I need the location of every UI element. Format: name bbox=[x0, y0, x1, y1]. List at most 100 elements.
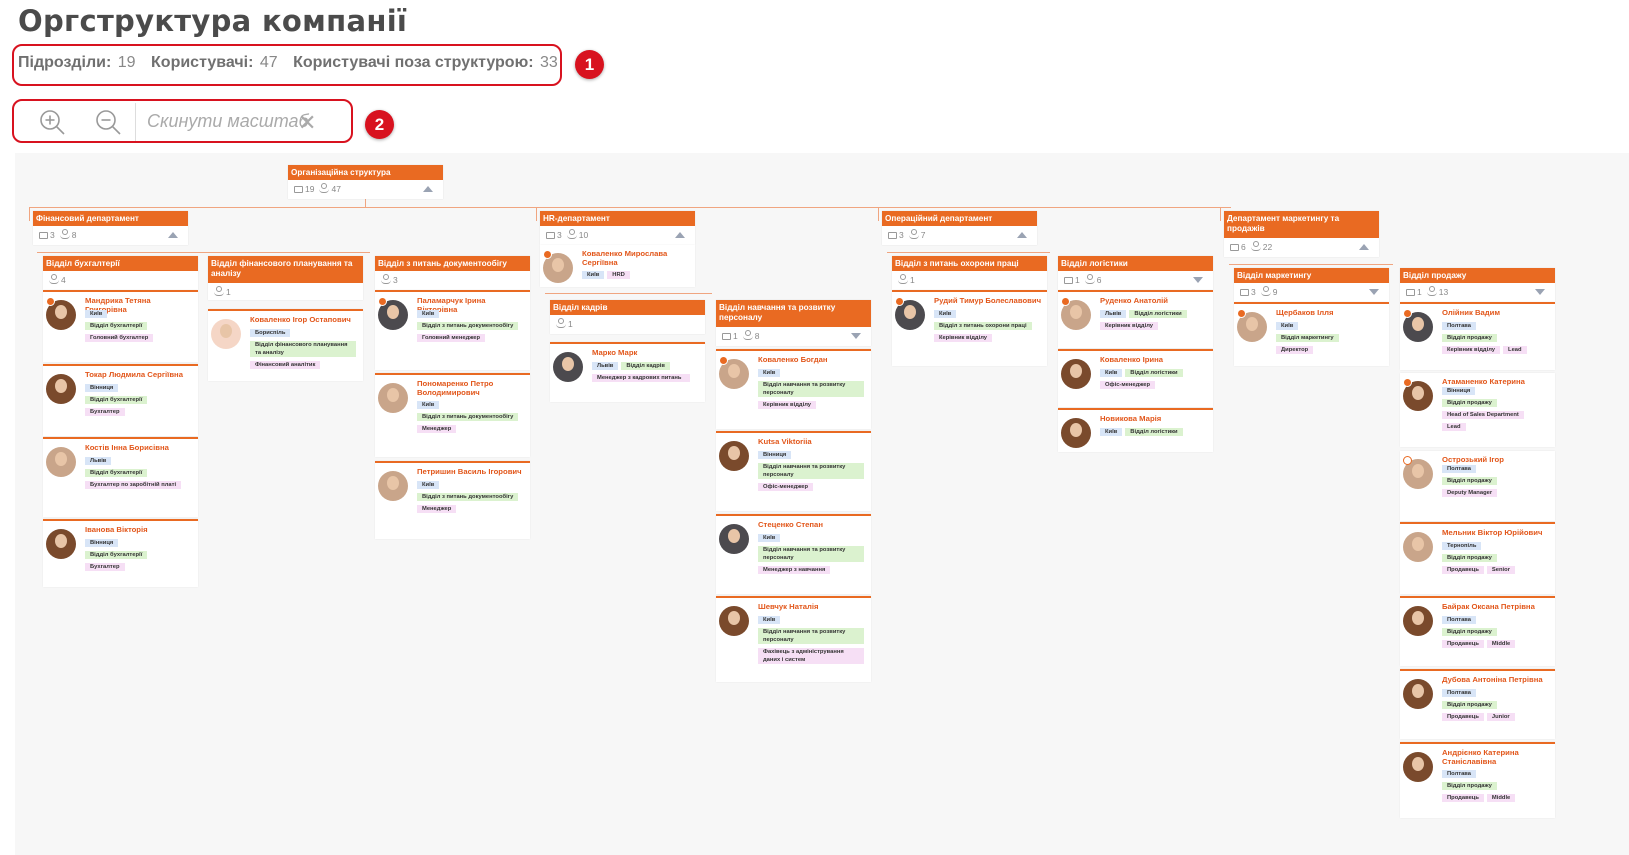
expand-caret-icon[interactable] bbox=[1369, 289, 1379, 295]
person-tags: Київ Відділ логістики Офіс-менеджер bbox=[1100, 367, 1209, 391]
person-card[interactable]: Атаманенко Катерина Вінниця Відділ продажу… bbox=[1400, 373, 1555, 447]
person-tags: Київ Відділ навчання та розвитку персонал… bbox=[758, 614, 867, 666]
person-card[interactable]: Коваленко Ігор Остапович Бориспіль Відділ … bbox=[208, 309, 363, 381]
person-card[interactable]: Острозький Ігор Полтава Відділ продажу Depu… bbox=[1400, 451, 1555, 521]
node-doc[interactable]: Відділ з питань документообігу 3 bbox=[375, 256, 530, 290]
expand-caret-icon[interactable] bbox=[1535, 289, 1545, 295]
collapse-caret-icon[interactable] bbox=[675, 232, 685, 238]
person-card[interactable]: Коваленко Мирослава Сергіївна Київ HRD bbox=[540, 245, 695, 287]
reset-zoom-button[interactable]: Скинути масштаб bbox=[147, 111, 309, 132]
users-icon bbox=[49, 274, 59, 284]
node-sale[interactable]: Відділ продажу 1 13 bbox=[1400, 268, 1555, 302]
avatar bbox=[1403, 532, 1433, 562]
users-icon bbox=[1084, 274, 1095, 284]
level-tag: Middle bbox=[1486, 640, 1516, 648]
folder-icon bbox=[1406, 289, 1415, 296]
person-name: Петришин Василь Ігорович bbox=[417, 467, 522, 476]
connector bbox=[878, 207, 879, 221]
node-ops[interactable]: Операційний департамент 37 bbox=[882, 211, 1037, 245]
zoom-out-button[interactable] bbox=[94, 108, 122, 136]
node-fin[interactable]: Фінансовий департамент 38 bbox=[33, 211, 188, 245]
connector bbox=[365, 199, 366, 207]
connector bbox=[1229, 264, 1393, 265]
node-ohor[interactable]: Відділ з питань охорони праці 1 bbox=[892, 256, 1047, 290]
person-card[interactable]: Мельник Віктор Юрійович Тернопіль Відділ п… bbox=[1400, 522, 1555, 594]
reset-close-icon[interactable]: ✕ bbox=[298, 110, 316, 136]
person-card[interactable]: Новикова Марія Київ Відділ логістики bbox=[1058, 408, 1213, 452]
person-card[interactable]: Стеценко Степан Київ Відділ навчання та ро… bbox=[716, 514, 871, 594]
node-log[interactable]: Відділ логістики 16 bbox=[1058, 256, 1213, 290]
node-buh[interactable]: Відділ бухгалтерії 4 bbox=[43, 256, 198, 290]
head-star-icon bbox=[1403, 309, 1412, 318]
collapse-caret-icon[interactable] bbox=[1017, 232, 1027, 238]
person-card[interactable]: Коваленко Ірина Київ Відділ логістики Офіс-… bbox=[1058, 349, 1213, 407]
person-card[interactable]: Руденко Анатолій Львів Відділ логістики Кер… bbox=[1058, 290, 1213, 348]
node-counts: 4 bbox=[43, 271, 198, 291]
user-count: 1 bbox=[910, 275, 915, 285]
page-title: Оргструктура компанії bbox=[18, 4, 408, 38]
node-hr[interactable]: HR-департамент 3 10 bbox=[540, 211, 695, 245]
dept-tag: Відділ логістики bbox=[1125, 369, 1183, 377]
city-tag: Київ bbox=[582, 271, 605, 279]
avatar bbox=[1403, 606, 1433, 636]
person-card[interactable]: Рудий Тимур Болеславович Київ Відділ з пит… bbox=[892, 290, 1047, 366]
person-card[interactable]: Мандрика Тетяна ГригорівнаКиївВідділ бух… bbox=[43, 290, 198, 362]
person-card[interactable]: Токар Людмила Сергіївна Вінниця Відділ бух… bbox=[43, 364, 198, 436]
position-tag: Головний менеджер bbox=[417, 334, 486, 342]
zoom-in-button[interactable] bbox=[38, 108, 66, 136]
person-card[interactable]: Петришин Василь Ігорович Київ Відділ з пит… bbox=[375, 461, 530, 539]
users-icon bbox=[898, 274, 908, 284]
node-title: Операційний департамент bbox=[882, 211, 1037, 226]
dept-tag: Відділ фінансового планування та аналізу bbox=[250, 341, 356, 357]
org-chart-canvas[interactable]: Організаційна структура 19 47 Фінансовий … bbox=[15, 153, 1629, 855]
city-tag: Київ bbox=[758, 369, 781, 377]
person-card[interactable]: Шевчук Наталія Київ Відділ навчання та роз… bbox=[716, 596, 871, 682]
person-card[interactable]: Марко Марк Львів Відділ кадрів Менеджер з к… bbox=[550, 342, 705, 402]
position-tag: Керівник відділу bbox=[1100, 322, 1159, 330]
callout-badge-2: 2 bbox=[365, 110, 394, 139]
node-nav[interactable]: Відділ навчання та розвитку персоналу 18 bbox=[716, 300, 871, 346]
position-tag: Бухгалтер bbox=[85, 408, 125, 416]
position-tag: Керівник відділу bbox=[758, 401, 817, 409]
person-card[interactable]: Щербаков Ілля Київ Відділ маркетингу Директ… bbox=[1234, 302, 1389, 366]
person-card[interactable]: Андрієнко Катерина Станіславівна Полтава В… bbox=[1400, 742, 1555, 818]
city-tag: Полтава bbox=[1442, 322, 1477, 330]
collapse-caret-icon[interactable] bbox=[1359, 244, 1369, 250]
node-root[interactable]: Організаційна структура 19 47 bbox=[288, 165, 443, 199]
position-tag: Менеджер bbox=[417, 505, 457, 513]
departments-count: 19 bbox=[117, 54, 136, 71]
dept-tag: Відділ продажу bbox=[1442, 628, 1497, 636]
person-card[interactable]: Паламарчук Ірина ВікторівнаКиївВідділ з … bbox=[375, 290, 530, 370]
person-card[interactable]: Байрак Оксана Петрівна Полтава Відділ прод… bbox=[1400, 596, 1555, 666]
person-card[interactable]: Kutsa Viktoriia Вінниця Відділ навчання та… bbox=[716, 431, 871, 511]
person-card[interactable]: Коваленко Богдан Київ Відділ навчання та р… bbox=[716, 349, 871, 429]
expand-caret-icon[interactable] bbox=[1193, 277, 1203, 283]
avatar bbox=[1061, 359, 1091, 389]
city-tag: Тернопіль bbox=[1442, 542, 1482, 550]
collapse-caret-icon[interactable] bbox=[423, 186, 433, 192]
level-tag: Junior bbox=[1486, 713, 1515, 721]
user-count: 8 bbox=[71, 230, 77, 240]
node-kadr[interactable]: Відділ кадрів 1 bbox=[550, 300, 705, 334]
person-name: Коваленко Ірина bbox=[1100, 355, 1164, 364]
person-name: Марко Марк bbox=[592, 348, 638, 357]
collapse-caret-icon[interactable] bbox=[168, 232, 178, 238]
folder-count: 1 bbox=[733, 331, 738, 341]
person-card[interactable]: Іванова Вікторія Вінниця Відділ бухгалтері… bbox=[43, 519, 198, 587]
connector bbox=[29, 207, 30, 221]
person-card[interactable]: Костів Інна Борисівна Львів Відділ бухгалт… bbox=[43, 437, 198, 517]
connector bbox=[536, 207, 537, 221]
avatar bbox=[211, 319, 241, 349]
node-plan[interactable]: Відділ фінансового планування та аналізу… bbox=[208, 256, 363, 300]
node-mkt[interactable]: Департамент маркетингу та продажів 6 22 bbox=[1224, 211, 1379, 257]
node-counts: 1 bbox=[550, 315, 705, 335]
user-count: 13 bbox=[1438, 287, 1449, 297]
person-card[interactable]: Олійник Вадим Полтава Відділ продажу Керівн… bbox=[1400, 302, 1555, 370]
person-card[interactable]: Пономаренко Петро Володимирович Київ Відді… bbox=[375, 373, 530, 457]
node-title: Фінансовий департамент bbox=[33, 211, 188, 226]
expand-caret-icon[interactable] bbox=[851, 333, 861, 339]
connector bbox=[37, 252, 370, 253]
node-vmkt[interactable]: Відділ маркетингу 39 bbox=[1234, 268, 1389, 302]
node-counts: 6 22 bbox=[1224, 238, 1379, 258]
person-card[interactable]: Дубова Антоніна Петрівна Полтава Відділ пр… bbox=[1400, 669, 1555, 739]
